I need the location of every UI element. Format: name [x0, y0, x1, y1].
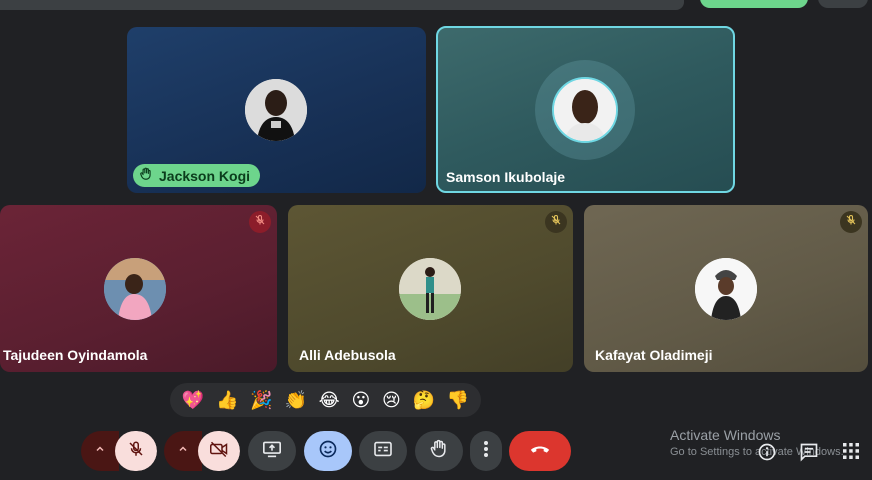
more-vert-icon	[483, 440, 489, 463]
captions-icon	[373, 441, 393, 462]
mic-off-icon	[550, 213, 562, 231]
participant-name: Samson Ikubolaje	[446, 169, 566, 185]
captions-button[interactable]	[359, 431, 407, 471]
avatar	[399, 258, 461, 320]
raise-hand-icon	[139, 167, 153, 184]
camera-control-group	[164, 431, 240, 471]
avatar	[552, 77, 618, 143]
reaction-thumbs-up[interactable]: 👍	[216, 391, 238, 409]
muted-badge	[840, 211, 862, 233]
more-options-button[interactable]	[470, 431, 502, 471]
reaction-thinking[interactable]: 🤔	[413, 391, 435, 409]
call-controls: Activate Windows Go to Settings to activ…	[0, 427, 872, 474]
chat-button[interactable]	[799, 442, 819, 467]
avatar	[104, 258, 166, 320]
participant-tile-kafayat[interactable]: Kafayat Oladimeji	[584, 205, 868, 372]
participant-tile-samson[interactable]: Samson Ikubolaje	[436, 26, 735, 193]
info-icon	[757, 443, 777, 466]
reactions-bar: 💖 👍 🎉 👏 😂 😮 😢 🤔 👎	[170, 383, 481, 417]
activities-button[interactable]	[843, 443, 859, 464]
reaction-sparkling-heart[interactable]: 💖	[182, 391, 204, 409]
raise-hand-button[interactable]	[415, 431, 463, 471]
emoji-icon	[318, 439, 338, 464]
meeting-details-button[interactable]	[757, 442, 777, 467]
leave-call-button[interactable]	[509, 431, 571, 471]
present-screen-button[interactable]	[248, 431, 296, 471]
reaction-party-popper[interactable]: 🎉	[250, 391, 272, 409]
participant-name: Tajudeen Oyindamola	[3, 347, 148, 363]
camera-toggle-button[interactable]	[198, 431, 240, 471]
video-settings-button[interactable]	[164, 431, 202, 471]
reaction-clapping[interactable]: 👏	[284, 391, 306, 409]
avatar	[245, 79, 307, 141]
chevron-up-icon	[94, 442, 106, 460]
participant-name: Alli Adebusola	[299, 347, 396, 363]
camera-off-icon	[209, 440, 229, 463]
mic-off-icon	[845, 213, 857, 231]
mic-off-icon	[127, 440, 145, 463]
top-bar	[0, 0, 872, 14]
muted-badge	[249, 211, 271, 233]
participant-tile-jackson[interactable]: Jackson Kogi	[127, 27, 426, 193]
avatar	[695, 258, 757, 320]
mic-toggle-button[interactable]	[115, 431, 157, 471]
reaction-sad[interactable]: 😢	[382, 391, 401, 409]
reactions-button[interactable]	[304, 431, 352, 471]
call-end-icon	[529, 442, 551, 460]
mic-off-icon	[254, 213, 266, 231]
watermark-title: Activate Windows	[670, 427, 781, 443]
audio-settings-button[interactable]	[81, 431, 119, 471]
chat-icon	[799, 443, 819, 466]
participant-name: Kafayat Oladimeji	[595, 347, 713, 363]
mic-control-group	[81, 431, 157, 471]
chevron-up-icon	[177, 442, 189, 460]
top-right-pill[interactable]	[818, 0, 868, 8]
participant-tile-alli[interactable]: Alli Adebusola	[288, 205, 573, 372]
raised-hand-chip: Jackson Kogi	[133, 164, 261, 187]
participant-tile-tajudeen[interactable]: Tajudeen Oyindamola	[0, 205, 277, 372]
muted-badge	[545, 211, 567, 233]
top-green-button[interactable]	[700, 0, 808, 8]
reaction-surprised[interactable]: 😮	[351, 391, 370, 409]
meeting-title-bar	[0, 0, 684, 10]
apps-grid-icon	[843, 443, 859, 463]
participant-name: Jackson Kogi	[159, 167, 251, 184]
reaction-laughing[interactable]: 😂	[319, 391, 340, 409]
present-screen-icon	[262, 440, 282, 463]
reaction-thumbs-down[interactable]: 👎	[447, 391, 469, 409]
raise-hand-icon	[429, 439, 449, 464]
